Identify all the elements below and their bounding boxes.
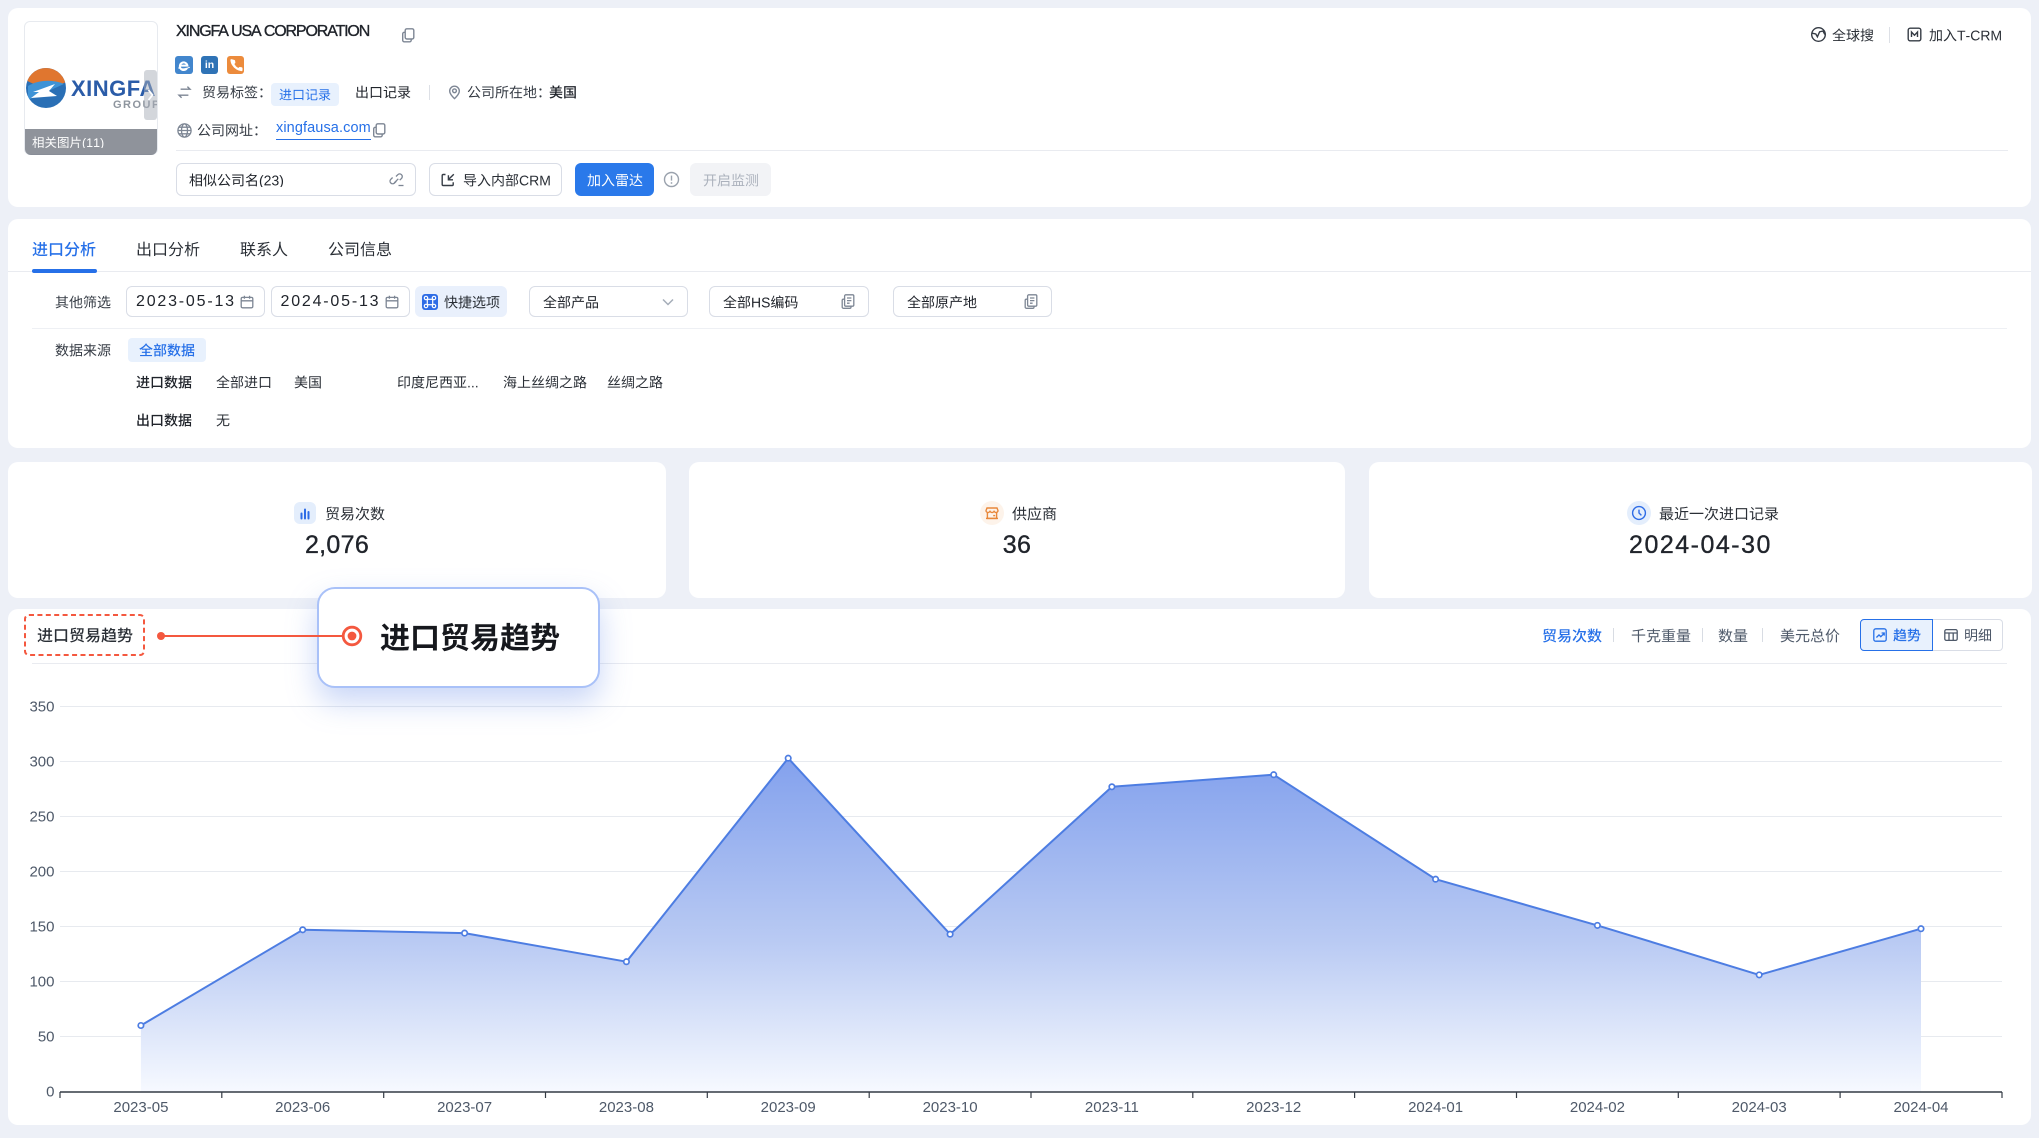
svg-text:2023-09: 2023-09 bbox=[761, 1099, 816, 1116]
svg-text:2024-04: 2024-04 bbox=[1893, 1099, 1948, 1116]
svg-text:2023-11: 2023-11 bbox=[1085, 1099, 1139, 1116]
svg-text:0: 0 bbox=[46, 1084, 54, 1101]
svg-text:300: 300 bbox=[29, 754, 54, 771]
svg-text:2023-07: 2023-07 bbox=[437, 1099, 492, 1116]
svg-text:2023-06: 2023-06 bbox=[275, 1099, 330, 1116]
svg-text:2023-10: 2023-10 bbox=[923, 1099, 978, 1116]
svg-text:100: 100 bbox=[29, 974, 54, 991]
svg-text:250: 250 bbox=[29, 809, 54, 826]
svg-text:2023-05: 2023-05 bbox=[113, 1099, 168, 1116]
svg-text:2024-03: 2024-03 bbox=[1732, 1099, 1787, 1116]
svg-text:2024-02: 2024-02 bbox=[1570, 1099, 1625, 1116]
svg-text:2023-12: 2023-12 bbox=[1246, 1099, 1301, 1116]
svg-text:350: 350 bbox=[29, 699, 54, 716]
svg-text:150: 150 bbox=[29, 919, 54, 936]
svg-text:2024-01: 2024-01 bbox=[1408, 1099, 1463, 1116]
svg-text:2023-08: 2023-08 bbox=[599, 1099, 654, 1116]
svg-text:200: 200 bbox=[29, 864, 54, 881]
svg-text:50: 50 bbox=[38, 1029, 55, 1046]
